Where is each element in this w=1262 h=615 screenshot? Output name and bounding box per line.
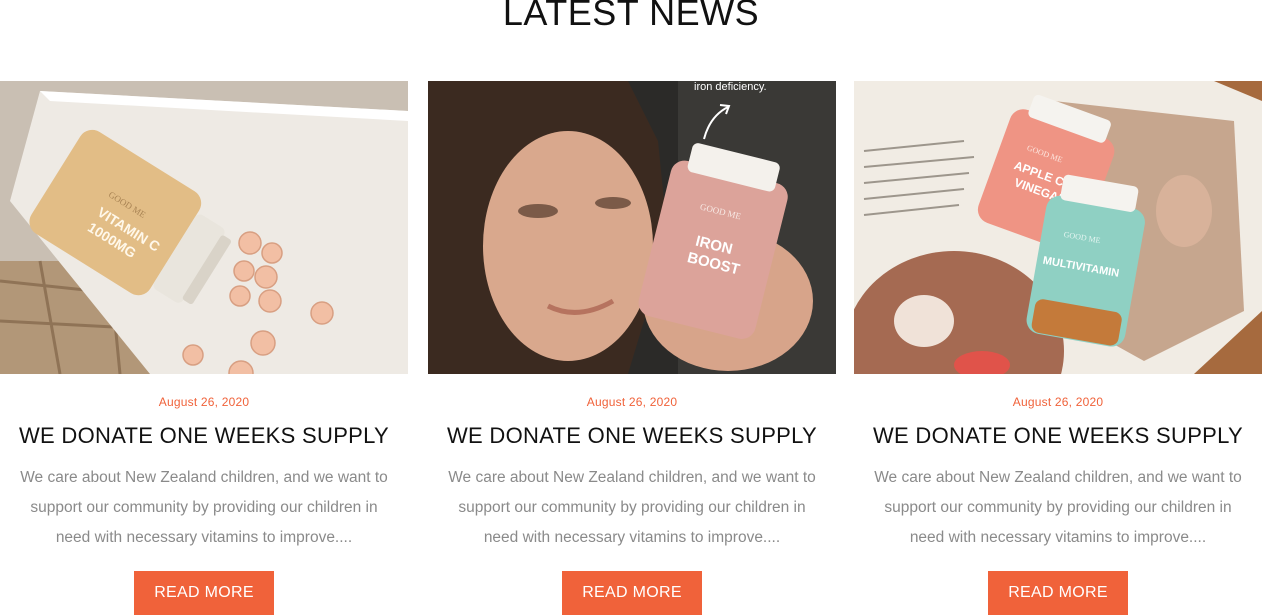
image-caption: iron deficiency. [694, 81, 767, 93]
news-thumbnail[interactable]: GOOD ME APPLE CIDER VINEGAR GOOD ME MULT… [854, 81, 1262, 374]
post-date: August 26, 2020 [586, 395, 678, 409]
post-date: August 26, 2020 [1012, 395, 1104, 409]
read-more-button[interactable]: READ MORE [988, 571, 1128, 615]
news-card: iron deficiency. GOOD ME IRON BOOST Augu… [428, 81, 836, 615]
read-more-button[interactable]: READ MORE [134, 571, 274, 615]
section-title: LATEST NEWS [502, 0, 760, 33]
read-more-button[interactable]: READ MORE [562, 571, 702, 615]
post-title[interactable]: WE DONATE ONE WEEKS SUPPLY [0, 423, 408, 449]
news-thumbnail[interactable]: iron deficiency. GOOD ME IRON BOOST [428, 81, 836, 374]
news-card: GOOD ME VITAMIN C 1000MG August 26, 2020… [0, 81, 408, 615]
news-card: GOOD ME APPLE CIDER VINEGAR GOOD ME MULT… [854, 81, 1262, 615]
post-title[interactable]: WE DONATE ONE WEEKS SUPPLY [854, 423, 1262, 449]
post-excerpt: We care about New Zealand children, and … [448, 469, 816, 546]
post-title[interactable]: WE DONATE ONE WEEKS SUPPLY [428, 423, 836, 449]
news-thumbnail[interactable]: GOOD ME VITAMIN C 1000MG [0, 81, 408, 374]
post-excerpt: We care about New Zealand children, and … [20, 469, 388, 546]
post-excerpt: We care about New Zealand children, and … [874, 469, 1242, 546]
post-date: August 26, 2020 [158, 395, 250, 409]
